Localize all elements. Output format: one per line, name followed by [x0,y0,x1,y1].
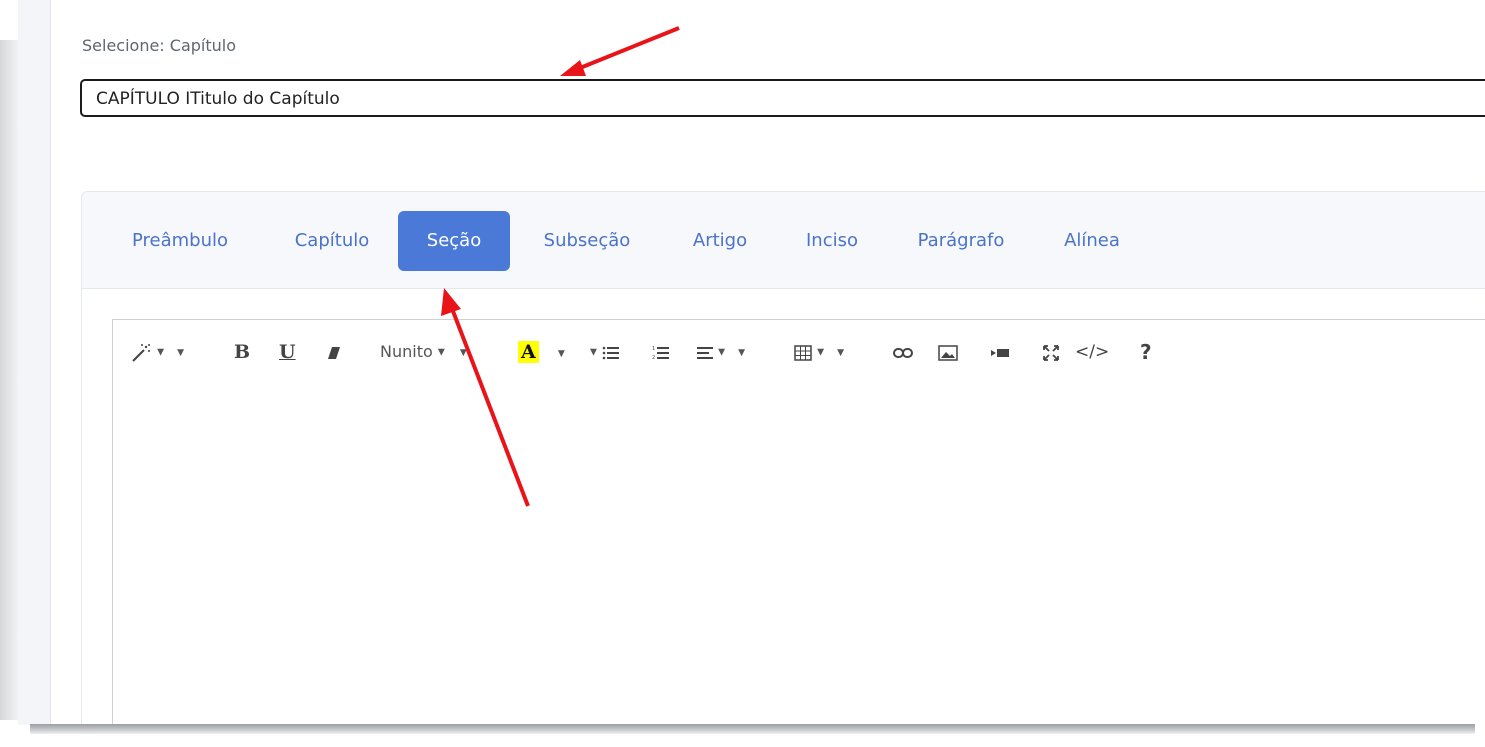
annotation-arrow-select [574,26,680,72]
annotation-arrows [441,26,680,507]
bottom-shadow [30,724,1475,734]
arrow-head-icon [441,288,461,316]
annotation-arrow-tab [449,305,530,507]
arrow-head-icon [560,60,586,76]
